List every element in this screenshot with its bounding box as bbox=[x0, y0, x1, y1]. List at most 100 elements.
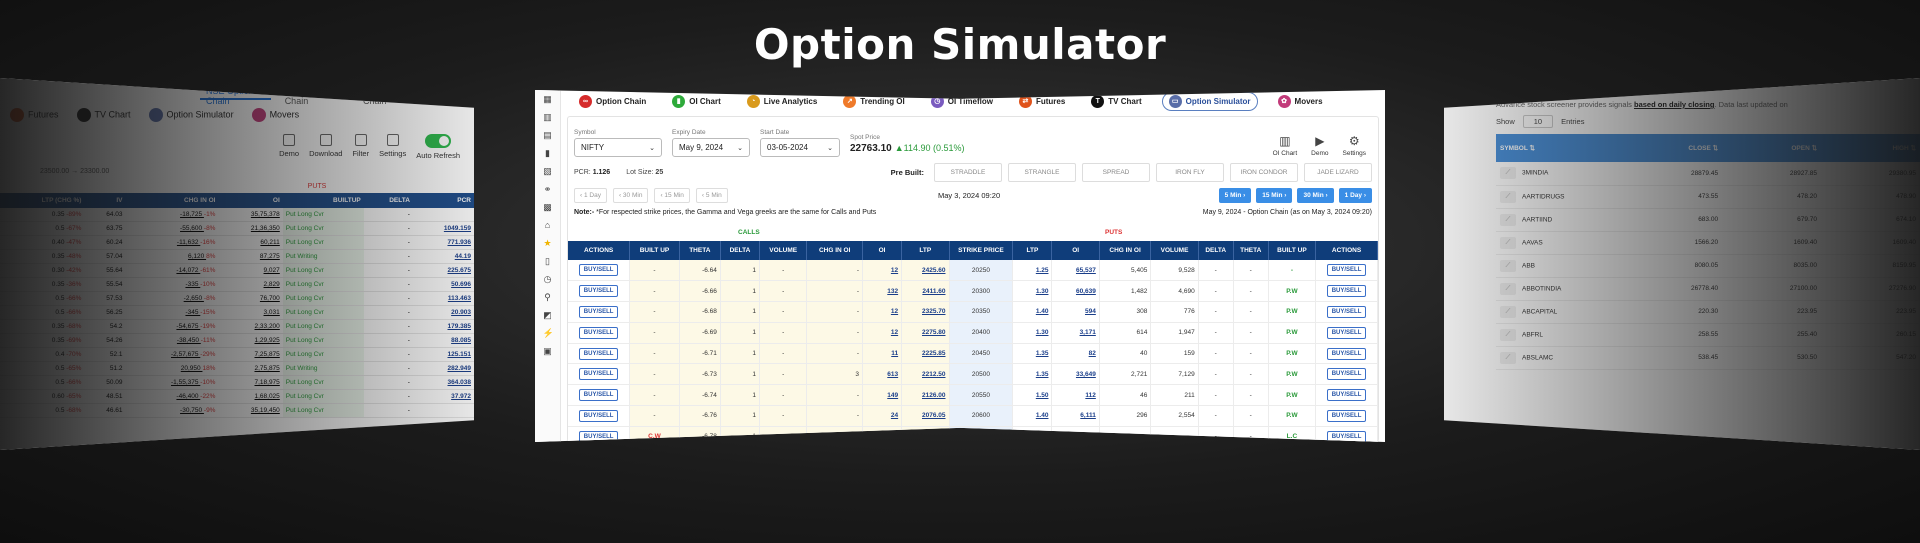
call-ltp-cell[interactable]: 2225.85 bbox=[901, 343, 950, 365]
call-oi-cell[interactable]: 12 bbox=[862, 260, 903, 282]
left-settings-button[interactable]: Settings bbox=[379, 134, 406, 160]
toggle-switch[interactable] bbox=[425, 134, 452, 148]
demo-button[interactable]: ▶ Demo bbox=[1311, 135, 1328, 157]
sidebar-icon-2[interactable]: ▥ bbox=[543, 112, 553, 122]
back-30-min-button[interactable]: ‹ 30 Min bbox=[612, 187, 649, 203]
put-oi-cell[interactable]: 112 bbox=[1051, 384, 1100, 407]
column-header-close[interactable]: CLOSE ⇅ bbox=[1616, 134, 1723, 162]
left-nav-option-simulator[interactable]: Option Simulator bbox=[148, 108, 234, 122]
tab-nse-option-chain[interactable]: NSE Option Chain bbox=[200, 82, 271, 106]
strategy-strangle-button[interactable]: STRANGLE bbox=[1008, 162, 1076, 182]
call-oi-cell[interactable] bbox=[862, 426, 903, 442]
symbol-select[interactable]: NIFTY ⌄ bbox=[574, 138, 662, 157]
nav-item-oi-chart[interactable]: ▮ OI Chart bbox=[666, 93, 727, 110]
oi-chart-button[interactable]: ▥ OI Chart bbox=[1273, 135, 1298, 157]
put-oi-cell[interactable]: 594 bbox=[1051, 301, 1100, 323]
call-oi-cell[interactable]: 11 bbox=[862, 343, 903, 365]
entries-select[interactable]: 10 bbox=[1522, 115, 1554, 128]
call-oi-cell[interactable]: 12 bbox=[862, 322, 903, 344]
put-ltp-cell[interactable]: 1.50 bbox=[1012, 384, 1053, 407]
put-buy-sell-button[interactable]: BUY/SELL bbox=[1326, 326, 1367, 339]
back-1-day-button[interactable]: ‹ 1 Day bbox=[574, 187, 607, 203]
put-oi-cell[interactable] bbox=[1051, 426, 1100, 442]
strategy-iron-fly-button[interactable]: IRON FLY bbox=[1156, 162, 1224, 182]
put-ltp-cell[interactable]: 1.30 bbox=[1012, 280, 1053, 303]
put-ltp-cell[interactable]: 1.40 bbox=[1012, 405, 1053, 427]
column-header-symbol[interactable]: SYMBOL ⇅ bbox=[1496, 134, 1616, 162]
call-oi-cell[interactable]: 12 bbox=[862, 301, 903, 323]
call-ltp-cell[interactable] bbox=[901, 426, 950, 442]
call-buy-sell-button[interactable]: BUY/SELL bbox=[578, 389, 619, 402]
symbol[interactable]: ABSLAMC bbox=[1522, 354, 1553, 361]
symbol[interactable]: AAVAS bbox=[1522, 239, 1543, 246]
put-oi-cell[interactable]: 65,537 bbox=[1051, 260, 1100, 282]
put-ltp-cell[interactable]: 1.40 bbox=[1012, 301, 1053, 323]
forward-30-min-button[interactable]: 30 Min › bbox=[1297, 187, 1334, 203]
symbol[interactable]: AARTIIND bbox=[1522, 216, 1552, 223]
sidebar-icon-14[interactable]: ⚡ bbox=[543, 328, 554, 338]
nav-item-option-simulator[interactable]: ▭ Option Simulator bbox=[1161, 91, 1258, 111]
call-oi-cell[interactable]: 149 bbox=[862, 384, 903, 407]
nav-item-live-analytics[interactable]: ◔ Live Analytics bbox=[741, 93, 824, 110]
call-ltp-cell[interactable]: 2212.50 bbox=[901, 363, 950, 386]
symbol[interactable]: AARTIDRUGS bbox=[1522, 193, 1565, 200]
call-buy-sell-button[interactable]: BUY/SELL bbox=[578, 368, 619, 381]
put-buy-sell-button[interactable]: BUY/SELL bbox=[1326, 389, 1367, 402]
back-5-min-button[interactable]: ‹ 5 Min bbox=[695, 187, 728, 203]
left-download-button[interactable]: Download bbox=[309, 134, 342, 160]
nav-item-futures[interactable]: ⇄ Futures bbox=[1013, 93, 1071, 110]
sidebar-icon-15[interactable]: ▣ bbox=[543, 346, 553, 356]
sidebar-icon-4[interactable]: ▮ bbox=[543, 148, 553, 158]
settings-button[interactable]: ⚙ Settings bbox=[1343, 135, 1367, 157]
forward-5-min-button[interactable]: 5 Min › bbox=[1218, 187, 1252, 203]
call-ltp-cell[interactable]: 2275.80 bbox=[901, 322, 950, 344]
call-ltp-cell[interactable]: 2411.60 bbox=[901, 280, 950, 303]
put-buy-sell-button[interactable]: BUY/SELL bbox=[1326, 264, 1367, 277]
call-ltp-cell[interactable]: 2425.60 bbox=[901, 260, 950, 282]
put-buy-sell-button[interactable]: BUY/SELL bbox=[1326, 305, 1367, 318]
column-header-high[interactable]: HIGH ⇅ bbox=[1821, 134, 1920, 162]
call-ltp-cell[interactable]: 2325.70 bbox=[901, 301, 950, 323]
strategy-spread-button[interactable]: SPREAD bbox=[1082, 162, 1150, 182]
symbol[interactable]: ABCAPITAL bbox=[1522, 308, 1557, 315]
left-nav-movers[interactable]: Movers bbox=[251, 108, 299, 122]
put-ltp-cell[interactable]: 1.25 bbox=[1012, 260, 1053, 282]
left-nav-tv-chart[interactable]: TV Chart bbox=[76, 108, 131, 122]
start-date-select[interactable]: 03-05-2024 ⌄ bbox=[760, 138, 840, 157]
nav-item-movers[interactable]: ✿ Movers bbox=[1272, 93, 1329, 110]
put-buy-sell-button[interactable]: BUY/SELL bbox=[1326, 368, 1367, 381]
put-buy-sell-button[interactable]: BUY/SELL bbox=[1326, 430, 1367, 442]
back-15-min-button[interactable]: ‹ 15 Min bbox=[654, 187, 690, 203]
put-ltp-cell[interactable]: 1.35 bbox=[1012, 363, 1053, 386]
forward-1-day-button[interactable]: 1 Day › bbox=[1338, 187, 1372, 203]
call-buy-sell-button[interactable]: BUY/SELL bbox=[578, 430, 619, 442]
strategy-jade-lizard-button[interactable]: JADE LIZARD bbox=[1304, 162, 1372, 182]
strategy-iron-condor-button[interactable]: IRON CONDOR bbox=[1230, 162, 1298, 182]
call-buy-sell-button[interactable]: BUY/SELL bbox=[578, 347, 619, 360]
put-oi-cell[interactable]: 3,171 bbox=[1051, 322, 1100, 344]
call-buy-sell-button[interactable]: BUY/SELL bbox=[578, 326, 619, 339]
symbol[interactable]: ABBOTINDIA bbox=[1522, 285, 1561, 292]
call-buy-sell-button[interactable]: BUY/SELL bbox=[578, 409, 619, 422]
sidebar-icon-5[interactable]: ▧ bbox=[543, 166, 553, 176]
sidebar-icon-8[interactable]: ⌂ bbox=[543, 220, 553, 230]
put-ltp-cell[interactable]: 1.30 bbox=[1012, 322, 1053, 344]
call-oi-cell[interactable]: 132 bbox=[862, 280, 903, 303]
forward-15-min-button[interactable]: 15 Min › bbox=[1256, 187, 1293, 203]
nav-item-option-chain[interactable]: ∞ Option Chain bbox=[573, 93, 652, 110]
left-nav-futures[interactable]: Futures bbox=[10, 108, 59, 122]
nav-item-trending-oi[interactable]: ↗ Trending OI bbox=[837, 93, 910, 110]
sidebar-icon-11[interactable]: ◷ bbox=[543, 274, 553, 284]
put-buy-sell-button[interactable]: BUY/SELL bbox=[1326, 347, 1367, 360]
call-ltp-cell[interactable]: 2126.00 bbox=[901, 384, 950, 407]
call-buy-sell-button[interactable]: BUY/SELL bbox=[578, 305, 619, 318]
put-ltp-cell[interactable]: 1.35 bbox=[1012, 343, 1053, 365]
left-filter-button[interactable]: Filter bbox=[352, 134, 369, 160]
symbol[interactable]: 3MINDIA bbox=[1522, 170, 1548, 177]
expiry-select[interactable]: May 9, 2024 ⌄ bbox=[672, 138, 750, 157]
call-oi-cell[interactable]: 24 bbox=[862, 405, 903, 427]
put-buy-sell-button[interactable]: BUY/SELL bbox=[1326, 285, 1367, 298]
left-demo-button[interactable]: Demo bbox=[279, 134, 299, 160]
put-oi-cell[interactable]: 82 bbox=[1051, 343, 1100, 365]
call-oi-cell[interactable]: 613 bbox=[862, 363, 903, 386]
